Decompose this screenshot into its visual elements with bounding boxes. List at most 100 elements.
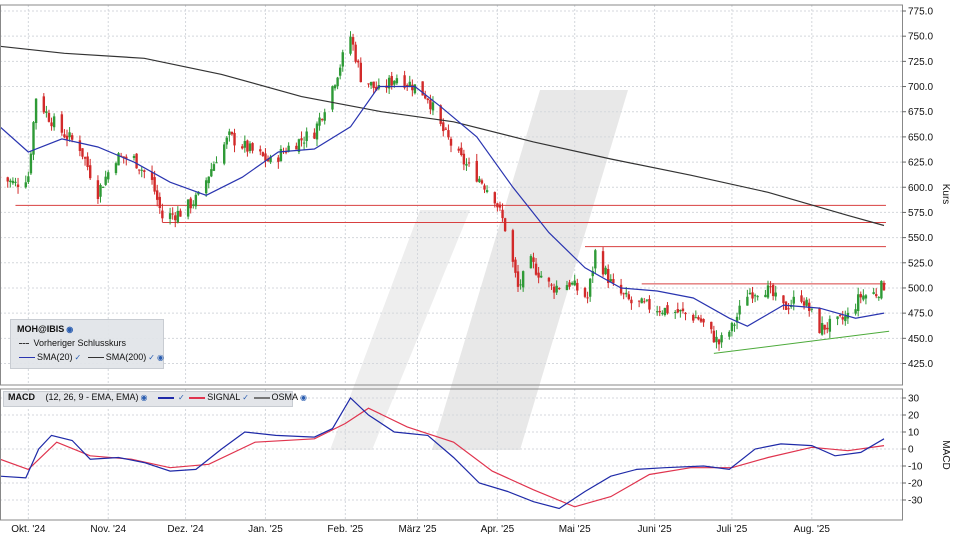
candle-body (496, 203, 499, 208)
candle-body (96, 180, 100, 199)
legend-sma20: SMA(20) (37, 352, 73, 362)
globe-icon[interactable]: ◉ (66, 325, 73, 334)
check-icon[interactable]: ✓ (178, 393, 185, 402)
candle-body (612, 279, 615, 283)
globe-icon[interactable]: ◉ (141, 393, 148, 402)
candle-body (854, 309, 857, 314)
candle-body (532, 257, 535, 262)
macd-axis-label: MACD (940, 440, 951, 469)
candle-body (153, 177, 156, 192)
candle-body (413, 84, 417, 94)
candle-body (29, 153, 33, 174)
x-tick-label: Feb. '25 (327, 524, 363, 535)
candle-body (295, 145, 298, 150)
candle-body (449, 138, 453, 146)
candle-body (302, 142, 306, 144)
y-tick-label: 775.0 (908, 7, 933, 18)
candle-body (132, 155, 136, 159)
macd-swatch (158, 396, 175, 399)
macd-y-tick-label: 10 (908, 428, 920, 439)
candle-body (658, 310, 661, 313)
candle-body (333, 85, 337, 89)
candle-body (315, 123, 319, 140)
candle-body (792, 296, 795, 304)
candle-body (756, 296, 759, 298)
check-icon[interactable]: ✓ (75, 353, 82, 362)
candle-body (318, 117, 321, 126)
candle-body (357, 60, 360, 63)
globe-icon[interactable]: ◉ (300, 393, 307, 402)
candle-body (862, 295, 865, 300)
candle-body (540, 275, 543, 278)
y-tick-label: 450.0 (908, 334, 933, 345)
candle-body (666, 305, 669, 314)
candle-body (429, 99, 432, 110)
candle-body (158, 196, 161, 209)
candle-body (738, 305, 741, 315)
legend-osma: OSMA (271, 392, 299, 402)
candle-body (699, 318, 703, 322)
candle-body (483, 185, 486, 190)
y-tick-label: 475.0 (908, 309, 933, 320)
candle-body (872, 292, 875, 295)
candle-body (728, 331, 731, 337)
candle-body (194, 194, 198, 207)
y-tick-label: 725.0 (908, 57, 933, 68)
candle-body (710, 321, 713, 330)
candle-body (875, 294, 878, 297)
candle-body (514, 259, 517, 273)
candle-body (143, 170, 146, 172)
price-axis: 775.0 750.0 725.0 700.0 675.0 650.0 625.0 600.0… (902, 7, 933, 370)
candle-body (70, 135, 74, 140)
candle-body (882, 282, 886, 291)
candle-body (630, 299, 633, 304)
x-tick-label: Nov. '24 (90, 524, 126, 535)
candle-body (457, 148, 460, 151)
candle-body (684, 312, 687, 315)
candle-body (681, 308, 685, 312)
candle-body (810, 308, 813, 310)
sma200-swatch (87, 357, 104, 359)
candle-body (720, 335, 723, 343)
x-tick-label: Juli '25 (716, 524, 747, 535)
candle-body (212, 164, 216, 171)
globe-icon[interactable]: ◉ (157, 353, 164, 362)
candle-body (354, 44, 357, 62)
candle-body (243, 141, 247, 148)
candle-body (313, 132, 316, 139)
candle-body (692, 315, 695, 321)
candle-body (408, 81, 411, 87)
check-icon[interactable]: ✓ (148, 353, 155, 362)
candle-body (604, 267, 607, 275)
price-legend[interactable]: MOH@IBIS ◉ Vorheriger Schlusskurs SMA(20)… (10, 319, 164, 369)
candle-body (228, 131, 231, 135)
macd-legend[interactable]: MACD (12, 26, 9 - EMA, EMA) ◉ ✓ SIGNAL ✓ O… (3, 391, 307, 407)
candle-body (34, 98, 38, 124)
candle-body (156, 190, 159, 200)
check-icon[interactable]: ✓ (242, 393, 249, 402)
macd-axis: 30 20 10 0 -10 -20 -30 (902, 394, 923, 507)
stock-chart: 775.0 750.0 725.0 700.0 675.0 650.0 625.0 600.0… (0, 4, 951, 535)
candle-body (277, 157, 280, 162)
x-tick-label: Apr. '25 (481, 524, 515, 535)
candlesticks (0, 31, 886, 351)
candle-body (702, 319, 705, 323)
candle-body (880, 280, 883, 299)
candle-body (192, 204, 195, 206)
macd-y-tick-label: 0 (908, 445, 914, 456)
x-tick-label: Aug. '25 (794, 524, 831, 535)
candle-body (341, 52, 344, 67)
candle-body (521, 271, 525, 288)
candle-body (65, 135, 69, 140)
candle-body (877, 297, 881, 299)
candle-body (844, 316, 847, 322)
macd-params: (12, 26, 9 - EMA, EMA) (45, 392, 139, 402)
candle-body (246, 140, 249, 152)
candle-body (83, 157, 87, 159)
candle-body (733, 324, 736, 326)
macd-y-tick-label: 30 (908, 394, 920, 405)
candle-body (279, 149, 283, 162)
candle-body (27, 176, 30, 183)
candle-body (78, 140, 82, 151)
candle-body (45, 111, 48, 113)
